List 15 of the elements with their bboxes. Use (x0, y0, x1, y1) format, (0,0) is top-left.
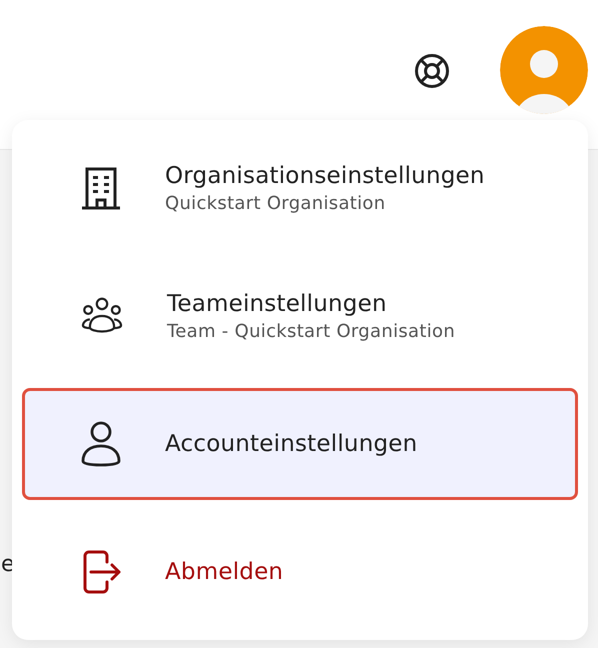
menu-item[interactable]: Organisationseinstellungen Quickstart Organisation (22, 132, 578, 244)
building-icon (81, 166, 121, 210)
logout-icon (81, 550, 121, 594)
person-icon (81, 421, 121, 467)
menu-item-title: Teameinstellungen (167, 290, 388, 316)
menu-item-title: Organisationseinstellungen (165, 162, 485, 188)
menu-item[interactable]: Accounteinstellungen (22, 388, 578, 500)
menu-item-subtitle: Team - Quickstart Organisation (167, 320, 456, 342)
help-icon[interactable] (414, 53, 450, 89)
menu-item-title: Accounteinstellungen (165, 431, 418, 457)
menu-item[interactable]: Abmelden (22, 516, 578, 628)
menu-item-title: Abmelden (165, 559, 284, 585)
group-icon (81, 297, 123, 335)
menu-item-subtitle: Quickstart Organisation (165, 192, 386, 214)
menu-item[interactable]: Teameinstellungen Team - Quickstart Organisation (22, 260, 578, 372)
